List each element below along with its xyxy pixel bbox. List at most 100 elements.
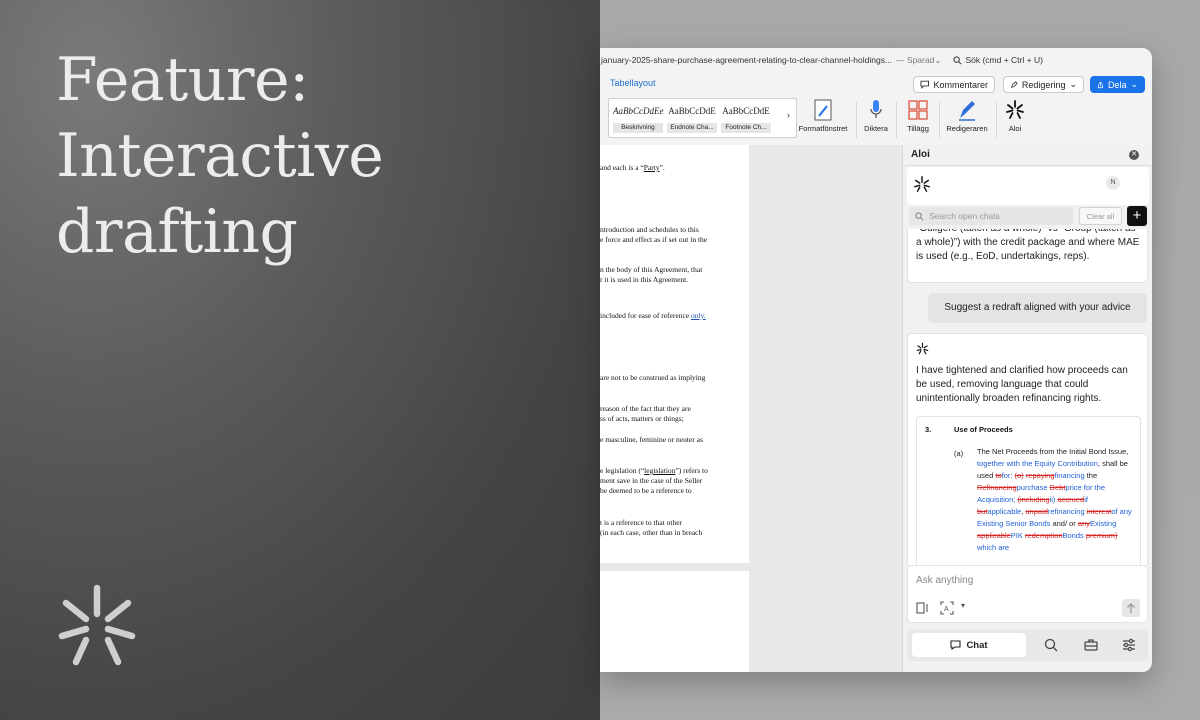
editing-label: Redigering xyxy=(1021,79,1066,90)
aloi-addin-button[interactable]: Aloi xyxy=(1002,98,1028,138)
search-command[interactable]: Sök (cmd + Ctrl + U) xyxy=(953,55,1043,65)
doc-line: r it is used in this Agreement. xyxy=(600,275,689,284)
redline-deletion: premium) xyxy=(1085,531,1118,540)
redline-insertion: which are xyxy=(977,543,1010,552)
bottom-nav: Chat xyxy=(907,629,1148,661)
redline-deletion: accrued xyxy=(1057,495,1085,504)
nav-chat-tab[interactable]: Chat xyxy=(912,633,1026,657)
chat-composer[interactable]: Ask anything A ▾ xyxy=(907,565,1148,623)
divider xyxy=(856,102,857,138)
doc-line: are not to be construed as implying xyxy=(600,373,706,382)
style-label: Beskrivning xyxy=(613,123,663,133)
hero-title-line-3: drafting xyxy=(56,197,298,267)
tab-tabellayout[interactable]: Tabellayout xyxy=(610,78,656,88)
document-page[interactable]: and each is a “Party”. ntroduction and s… xyxy=(600,145,749,563)
editor-button[interactable]: Redigeraren xyxy=(944,98,990,138)
redline-deletion: repaying xyxy=(1025,471,1055,480)
redline-deletion: interest xyxy=(1086,507,1112,516)
ribbon-toolbar: AaBbCcDdEe Beskrivning AaBbCcDdE Endnote… xyxy=(600,96,1152,144)
settings-sliders-icon[interactable] xyxy=(1121,637,1137,653)
save-status[interactable]: — Sparad⌄ xyxy=(896,55,941,66)
doc-line: e masculine, feminine or neuter as xyxy=(600,435,703,444)
aloi-logo-icon xyxy=(58,584,136,666)
style-endnote[interactable]: AaBbCcDdE Endnote Cha... xyxy=(667,102,717,134)
divider xyxy=(939,102,940,138)
chat-thread[interactable]: “Guligere (taken as a whole)” vs “Group … xyxy=(903,229,1152,565)
word-window: january-2025-share-purchase-agreement-re… xyxy=(600,48,1152,672)
redline-deletion: unpaid xyxy=(1025,507,1048,516)
editing-mode-button[interactable]: Redigering ⌄ xyxy=(1003,76,1084,93)
dictate-button[interactable]: Diktera xyxy=(862,98,890,138)
redline-deletion: (a) xyxy=(1014,471,1024,480)
style-footnote[interactable]: AaBbCcDdE Footnote Ch... xyxy=(721,102,771,134)
ask-anything-input[interactable]: Ask anything xyxy=(916,575,973,586)
style-sample: AaBbCcDdE xyxy=(668,106,716,116)
doc-line: reason of the fact that they are xyxy=(600,404,691,413)
search-placeholder: Search open chats xyxy=(929,211,1000,221)
send-button[interactable] xyxy=(1122,599,1140,617)
gallery-more-chevron-icon[interactable]: › xyxy=(787,110,790,120)
doc-line: and each is a “Party”. xyxy=(600,163,665,172)
close-icon[interactable]: ✕ xyxy=(1129,150,1139,160)
doc-defined-term: Party xyxy=(643,163,660,172)
redline-insertion: purchase xyxy=(1016,483,1048,492)
redline-deletion: Refinancing xyxy=(977,483,1017,492)
chevron-down-icon: ⌄ xyxy=(1130,79,1138,89)
redline-text: the xyxy=(1084,471,1098,480)
new-chat-button[interactable]: + xyxy=(1127,206,1147,226)
style-beskrivning[interactable]: AaBbCcDdEe Beskrivning xyxy=(613,102,663,134)
chat-bubble-icon xyxy=(950,640,961,650)
doc-text: ”. xyxy=(659,163,665,172)
text-select-icon[interactable]: A xyxy=(940,601,954,615)
document-context-icon[interactable] xyxy=(916,602,930,614)
chevron-down-icon: ⌄ xyxy=(934,54,942,65)
format-pane-label: Formatfönstret xyxy=(798,124,848,133)
redline-deletion: redemption xyxy=(1024,531,1063,540)
clear-all-button[interactable]: Clear all xyxy=(1079,207,1122,225)
redline-insertion: for: xyxy=(1001,471,1015,480)
document-filename[interactable]: january-2025-share-purchase-agreement-re… xyxy=(601,55,892,65)
clause-title: Use of Proceeds xyxy=(954,425,1013,434)
briefcase-icon[interactable] xyxy=(1083,637,1099,653)
assistant-message-text: I have tightened and clarified how proce… xyxy=(916,365,1128,404)
search-open-chats-input[interactable]: Search open chats xyxy=(909,207,1073,225)
doc-line: ss of acts, matters or things; xyxy=(600,414,684,423)
addins-label: Tillägg xyxy=(907,124,929,133)
editor-pen-icon xyxy=(959,101,975,121)
search-icon xyxy=(915,211,924,220)
assistant-message: “Guligere (taken as a whole)” vs “Group … xyxy=(907,229,1148,283)
assistant-message-text: “Guligere (taken as a whole)” vs “Group … xyxy=(916,229,1140,262)
aloi-panel-header: Aloi ✕ xyxy=(903,145,1152,166)
doc-line: ment save in the case of the Seller xyxy=(600,476,703,485)
ribbon-tabs: Tabellayout Kommentarer Redigering ⌄ Del… xyxy=(600,74,1152,96)
style-label: Footnote Ch... xyxy=(721,123,771,133)
comments-button[interactable]: Kommentarer xyxy=(913,76,995,93)
format-pane-button[interactable]: Formatfönstret xyxy=(796,98,850,138)
doc-defined-term: legislation xyxy=(644,466,676,475)
search-icon[interactable] xyxy=(1043,637,1059,653)
doc-line: ntroduction and schedules to this xyxy=(600,225,699,234)
aloi-logo-icon[interactable] xyxy=(913,175,931,193)
chevron-down-icon[interactable]: ▾ xyxy=(961,601,965,610)
nav-chat-label: Chat xyxy=(966,639,988,651)
addins-button[interactable]: Tillägg xyxy=(901,98,935,138)
redline-insertion: financing xyxy=(1054,471,1085,480)
divider xyxy=(996,102,997,138)
doc-tracked-change: only. xyxy=(691,311,706,320)
redline-deletion: any xyxy=(1077,519,1090,528)
aloi-logo-icon xyxy=(916,342,929,355)
aloi-panel-title: Aloi xyxy=(911,149,930,160)
redline-deletion: Debt xyxy=(1049,483,1066,492)
avatar[interactable]: N xyxy=(1106,176,1120,190)
redline-suggestion[interactable]: 3. Use of Proceeds (a) The Net Proceeds … xyxy=(916,416,1141,565)
document-page[interactable] xyxy=(600,571,749,672)
microphone-icon xyxy=(870,100,882,118)
redline-insertion: applicable xyxy=(987,507,1022,516)
doc-line: e legislation (“legislation”) refers to xyxy=(600,466,708,475)
redline-insertion: Bonds xyxy=(1062,531,1084,540)
style-sample: AaBbCcDdE xyxy=(722,106,770,116)
aloi-logo-icon xyxy=(1006,100,1024,119)
hero-title-line-1: Feature: xyxy=(56,45,309,115)
share-button[interactable]: Dela ⌄ xyxy=(1090,76,1145,93)
aloi-addin-label: Aloi xyxy=(1008,124,1022,133)
